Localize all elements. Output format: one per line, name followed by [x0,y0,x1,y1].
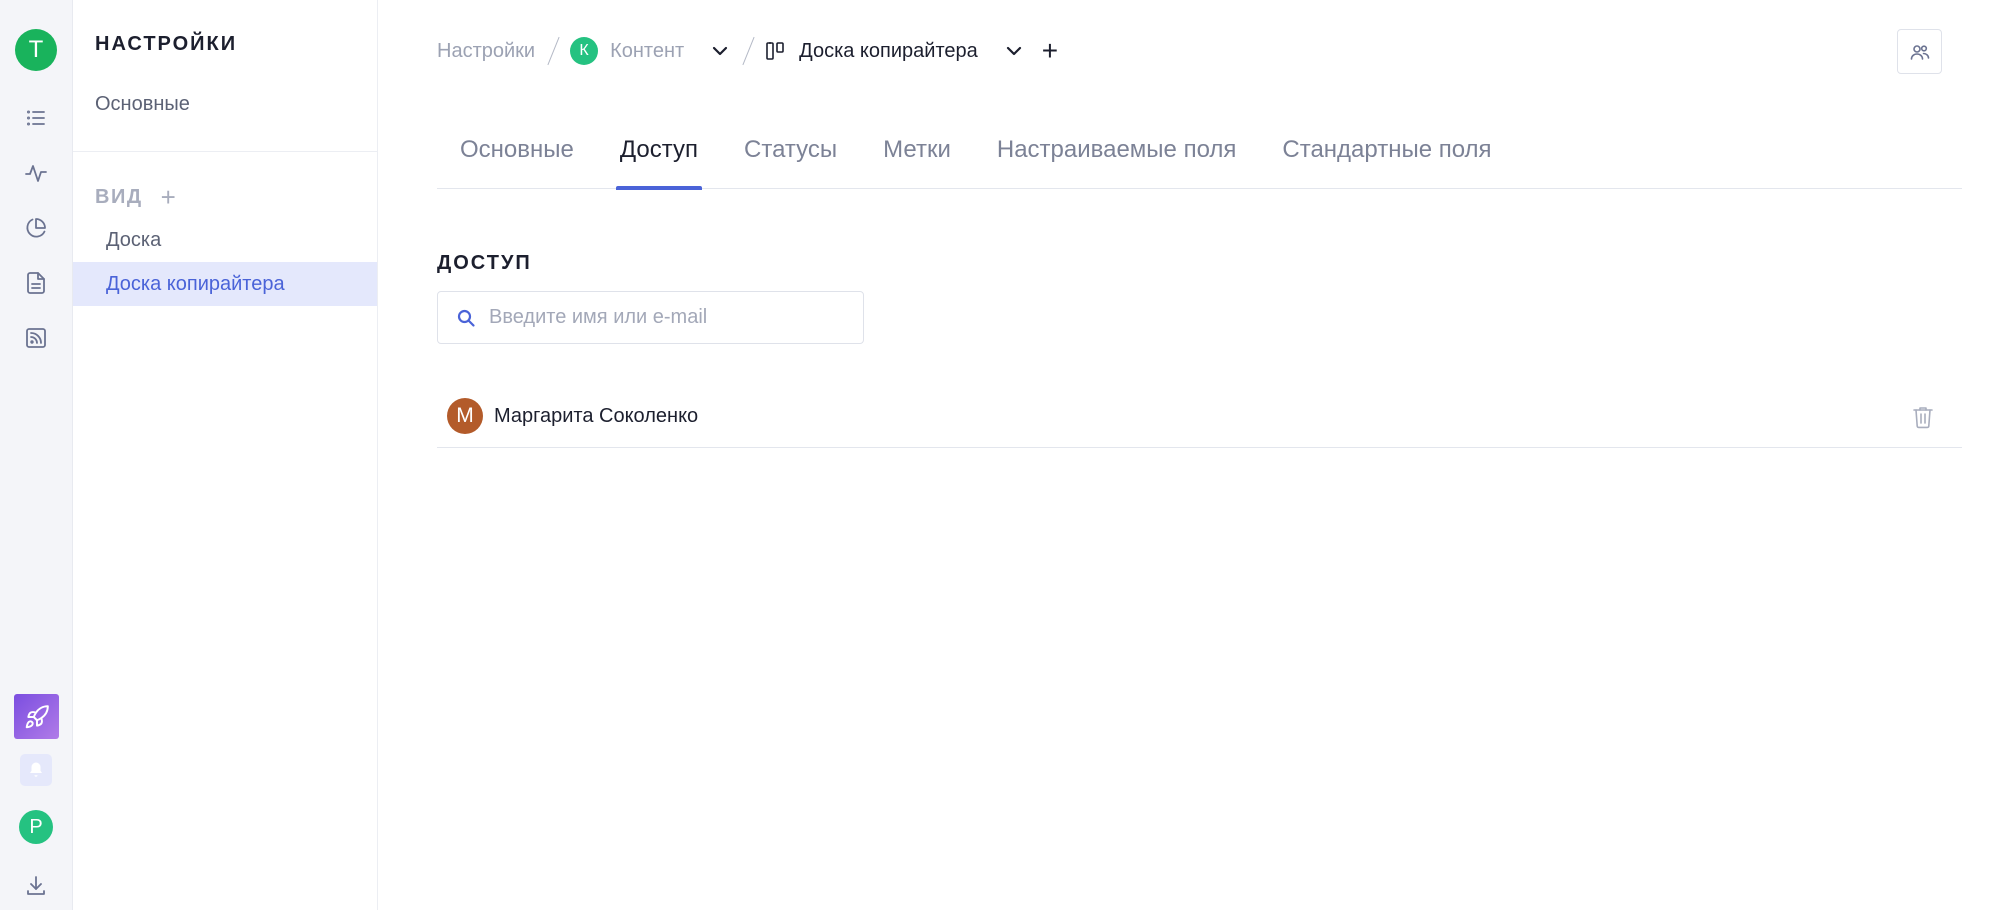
sidebar-divider [73,151,378,152]
sidebar-item-general[interactable]: Основные [95,93,190,116]
views-section-header: ВИД + [95,184,176,210]
main-content: Настройки К Контент Доска копирайтера + … [378,0,2000,910]
member-name: Маргарита Соколенко [494,404,699,427]
bell-icon[interactable] [20,754,52,786]
settings-tabs: Основные Доступ Статусы Метки Настраивае… [437,124,1962,190]
views-section-label: ВИД [95,185,143,208]
add-view-button[interactable]: + [161,184,176,210]
document-icon[interactable] [22,269,50,297]
tab-statuses[interactable]: Статусы [721,124,860,189]
search-icon [457,309,475,327]
sidebar-item-board[interactable]: Доска [73,218,377,262]
settings-sidebar: НАСТРОЙКИ Основные ВИД + Доска Доска коп… [73,0,378,910]
tab-access[interactable]: Доступ [597,124,721,190]
tab-standard-fields[interactable]: Стандартные поля [1259,124,1514,189]
chevron-down-icon[interactable] [710,41,730,61]
rocket-icon[interactable] [14,694,59,739]
member-avatar: М [447,398,483,434]
sidebar-item-copywriter-board[interactable]: Доска копирайтера [73,262,377,306]
feed-icon[interactable] [22,324,50,352]
user-avatar[interactable]: P [19,810,53,844]
section-heading: ДОСТУП [437,252,532,274]
breadcrumb-project[interactable]: Контент [610,40,684,63]
tab-tags[interactable]: Метки [860,124,974,189]
activity-icon[interactable] [22,159,50,187]
breadcrumb-settings[interactable]: Настройки [437,40,535,63]
trash-icon[interactable] [1912,405,1934,429]
members-button[interactable] [1897,29,1942,74]
breadcrumb-board[interactable]: Доска копирайтера [799,40,978,63]
workspace-avatar[interactable]: T [15,29,57,71]
tab-custom-fields[interactable]: Настраиваемые поля [974,124,1260,189]
tab-general[interactable]: Основные [437,124,597,189]
breadcrumb-separator [742,36,755,66]
breadcrumb-separator [547,36,560,66]
board-icon [765,40,787,62]
list-icon[interactable] [22,104,50,132]
member-search [437,291,864,344]
download-icon[interactable] [22,872,50,900]
add-button[interactable]: + [1042,37,1058,65]
chevron-down-icon[interactable] [1004,41,1024,61]
icon-rail: T P [0,0,73,910]
project-avatar: К [570,37,599,65]
pie-chart-icon[interactable] [22,214,50,242]
users-icon [1910,44,1929,60]
sidebar-title: НАСТРОЙКИ [95,33,238,55]
breadcrumb: Настройки К Контент Доска копирайтера + [437,34,1058,68]
search-input[interactable] [489,306,859,329]
member-row: М Маргарита Соколенко [437,385,1962,448]
